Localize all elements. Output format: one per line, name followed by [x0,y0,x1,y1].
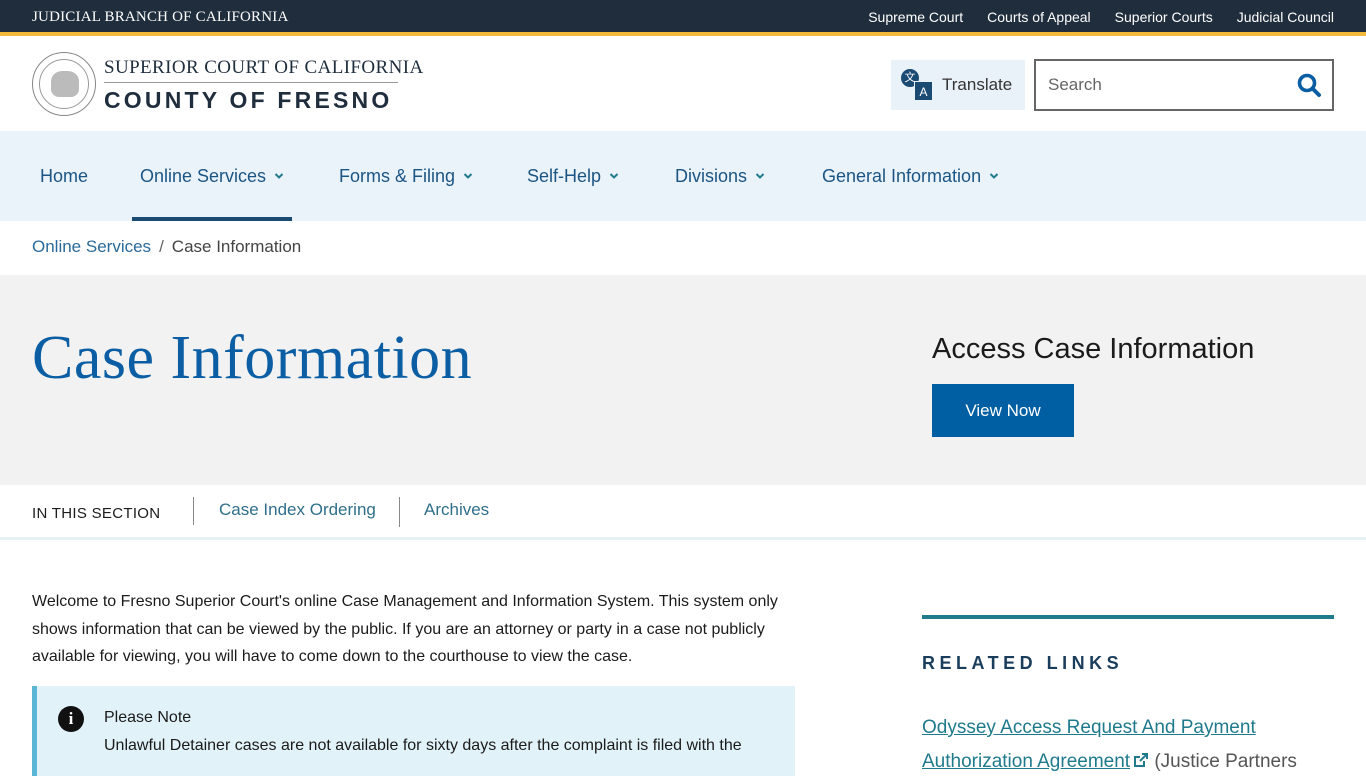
note-title: Please Note [104,709,192,726]
nav-item-label: Divisions [675,165,748,186]
breadcrumb: Online Services / Case Information [32,237,301,257]
chevron-down-icon [755,173,765,179]
divider [193,497,194,525]
nav-item-label: Home [40,165,89,186]
link-superior-courts[interactable]: Superior Courts [1115,9,1213,25]
site-header: SUPERIOR COURT OF CALIFORNIA COUNTY OF F… [0,40,1366,131]
info-icon: i [58,706,84,732]
nav-item-home[interactable]: Home [40,131,88,221]
translate-icon: 文 A [901,69,933,101]
link-supreme-court[interactable]: Supreme Court [868,9,963,25]
logo-divider [104,82,398,83]
please-note-callout: i Please Note Unlawful Detainer cases ar… [32,686,795,776]
judicial-branch-label: JUDICIAL BRANCH OF CALIFORNIA [32,9,289,25]
nav-item-general-information[interactable]: General Information [822,131,999,221]
chevron-down-icon [463,173,473,179]
logo-county[interactable]: COUNTY OF FRESNO [104,87,392,114]
page-title: Case Information [32,324,473,392]
court-seal-logo[interactable] [32,52,96,116]
nav-item-label: General Information [822,165,982,186]
view-now-button[interactable]: View Now [932,384,1074,437]
main-nav: Home Online Services Forms & Filing Self… [0,131,1366,221]
related-links-rule [922,615,1334,619]
breadcrumb-separator: / [159,237,164,256]
nav-item-forms-filing[interactable]: Forms & Filing [339,131,473,221]
judicial-branch-bar: JUDICIAL BRANCH OF CALIFORNIA Supreme Co… [0,0,1366,36]
nav-item-label: Online Services [140,165,267,186]
in-this-section-nav: IN THIS SECTION Case Index Ordering Arch… [0,485,1366,540]
related-links-heading: RELATED LINKS [922,653,1124,673]
intro-paragraph: Welcome to Fresno Superior Court's onlin… [32,593,778,665]
nav-item-online-services[interactable]: Online Services [131,131,293,221]
chevron-down-icon [274,173,284,179]
nav-item-label: Self-Help [527,165,602,186]
logo-superior-court[interactable]: SUPERIOR COURT OF CALIFORNIA [104,57,424,79]
breadcrumb-current: Case Information [171,237,302,256]
search-input[interactable] [1036,61,1286,109]
nav-item-label: Forms & Filing [339,165,456,186]
related-link-suffix: (Justice Partners [1154,751,1297,772]
translate-label: Translate [942,75,1013,94]
translate-icon-glyph-target: A [914,81,933,101]
breadcrumb-online-services[interactable]: Online Services [32,237,151,257]
related-links: RELATED LINKS Odyssey Access Request And… [922,615,1334,779]
note-text: Unlawful Detainer cases are not availabl… [104,737,742,754]
section-link-case-index-ordering[interactable]: Case Index Ordering [219,500,376,520]
chevron-down-icon [609,173,619,179]
section-link-archives[interactable]: Archives [424,500,489,520]
nav-item-self-help[interactable]: Self-Help [527,131,619,221]
in-this-section-label: IN THIS SECTION [32,505,161,522]
search-box [1034,59,1334,111]
cta-heading: Access Case Information [932,333,1255,365]
page-hero: Case Information Access Case Information… [0,275,1366,485]
search-icon[interactable] [1296,72,1322,98]
judicial-links: Supreme Court Courts of Appeal Superior … [868,9,1334,25]
translate-button[interactable]: 文 A Translate [891,60,1025,110]
chevron-down-icon [989,173,999,179]
link-judicial-council[interactable]: Judicial Council [1237,9,1334,25]
external-link-icon [1134,753,1149,767]
nav-item-divisions[interactable]: Divisions [675,131,765,221]
link-courts-of-appeal[interactable]: Courts of Appeal [987,9,1091,25]
related-link-item: Odyssey Access Request And Payment Autho… [922,711,1334,779]
divider [399,497,400,527]
